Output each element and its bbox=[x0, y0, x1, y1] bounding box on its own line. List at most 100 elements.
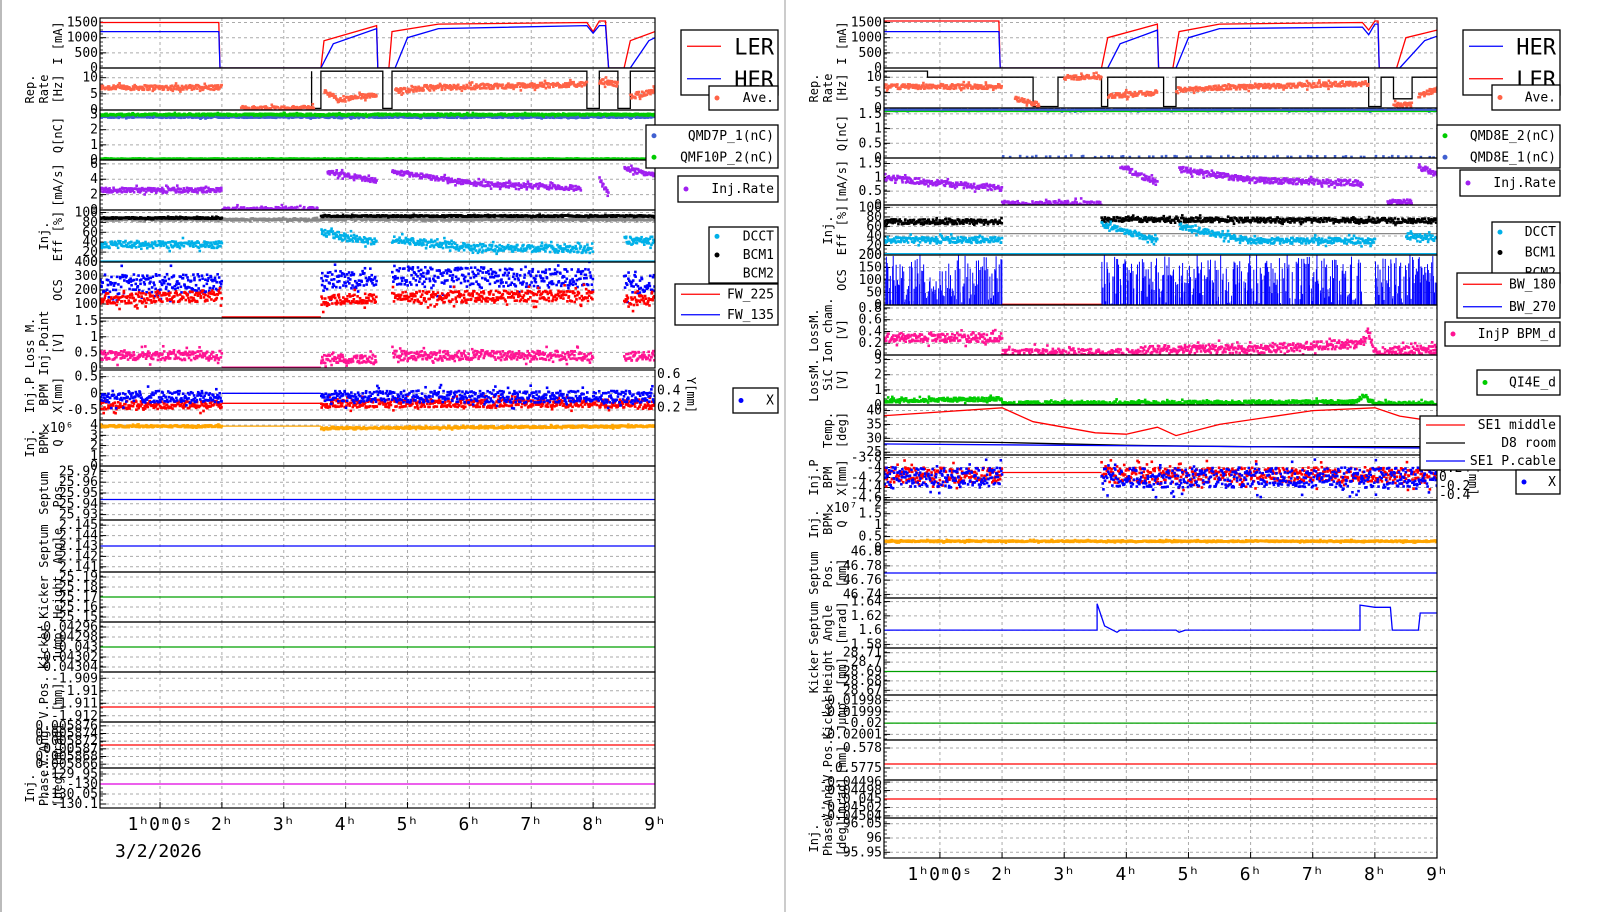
data-point bbox=[277, 210, 280, 213]
y-tick-label: 2 bbox=[90, 123, 98, 138]
data-point bbox=[249, 220, 252, 223]
data-point bbox=[173, 87, 176, 91]
series-group bbox=[100, 111, 655, 160]
data-point bbox=[525, 186, 529, 189]
data-point bbox=[334, 95, 337, 98]
data-point bbox=[580, 85, 584, 88]
data-point bbox=[602, 182, 605, 186]
data-point bbox=[342, 94, 345, 98]
data-point bbox=[296, 205, 299, 209]
data-point bbox=[484, 180, 487, 184]
data-point bbox=[616, 80, 619, 84]
data-point bbox=[364, 98, 367, 102]
data-point bbox=[607, 191, 610, 194]
data-point bbox=[265, 210, 268, 213]
data-point bbox=[517, 187, 521, 191]
data-point bbox=[455, 86, 459, 90]
data-point bbox=[598, 176, 601, 179]
series-group bbox=[100, 20, 655, 68]
y-tick-label: 3 bbox=[90, 108, 98, 123]
data-point bbox=[501, 83, 504, 86]
y-axis-label: Rep. bbox=[23, 75, 37, 104]
y-tick-label: 4 bbox=[90, 172, 98, 187]
data-point bbox=[548, 86, 552, 89]
data-point bbox=[220, 83, 223, 87]
data-point bbox=[344, 100, 347, 103]
y-axis-label: Q[nC] bbox=[51, 117, 65, 153]
data-point bbox=[336, 176, 340, 180]
data-point bbox=[336, 172, 339, 175]
data-point bbox=[638, 97, 642, 101]
data-point bbox=[132, 88, 136, 91]
data-point bbox=[547, 82, 550, 85]
data-point bbox=[604, 76, 608, 79]
data-point bbox=[175, 184, 179, 187]
y-tick-label: 5 bbox=[90, 87, 98, 102]
series-points-inj-rate bbox=[100, 164, 655, 214]
data-point bbox=[514, 187, 518, 191]
data-point bbox=[486, 180, 490, 184]
data-point bbox=[361, 93, 365, 96]
data-point bbox=[346, 95, 350, 99]
data-point bbox=[414, 85, 417, 89]
data-point bbox=[583, 83, 587, 86]
data-point bbox=[143, 193, 146, 196]
data-point bbox=[148, 88, 151, 91]
series-group bbox=[100, 213, 655, 262]
data-point bbox=[409, 88, 413, 91]
data-point bbox=[135, 184, 138, 188]
data-point bbox=[543, 79, 547, 83]
data-point bbox=[142, 87, 146, 91]
data-point bbox=[574, 184, 577, 188]
data-point bbox=[458, 178, 461, 181]
data-point bbox=[179, 187, 182, 191]
data-point bbox=[526, 180, 530, 183]
data-point bbox=[477, 177, 481, 181]
data-point bbox=[309, 117, 313, 120]
data-point bbox=[401, 91, 405, 95]
data-point bbox=[299, 204, 302, 208]
data-point bbox=[203, 82, 207, 86]
data-point bbox=[637, 90, 641, 94]
y-tick-label: 100 bbox=[75, 205, 98, 220]
data-point bbox=[579, 189, 583, 192]
data-point bbox=[260, 105, 264, 109]
data-point bbox=[375, 94, 378, 98]
y-tick-label: 6 bbox=[90, 157, 98, 172]
data-point bbox=[630, 164, 633, 168]
data-point bbox=[606, 194, 610, 198]
data-point bbox=[403, 87, 407, 90]
data-point bbox=[316, 206, 319, 210]
series-group bbox=[100, 164, 655, 214]
data-point bbox=[422, 88, 425, 92]
data-point bbox=[454, 183, 457, 187]
data-point bbox=[235, 211, 238, 214]
series-line-rep bbox=[310, 70, 655, 110]
data-point bbox=[357, 96, 360, 99]
data-point bbox=[585, 80, 589, 84]
data-point bbox=[348, 98, 352, 101]
y-axis-label: [mA/s] bbox=[51, 163, 65, 206]
data-point bbox=[340, 168, 344, 172]
data-point bbox=[369, 180, 372, 184]
data-point bbox=[606, 83, 610, 86]
data-point bbox=[148, 186, 152, 190]
data-point bbox=[174, 82, 178, 85]
data-point bbox=[224, 207, 228, 210]
data-point bbox=[302, 205, 306, 209]
data-point bbox=[280, 203, 284, 207]
data-point bbox=[470, 81, 474, 84]
data-point bbox=[425, 83, 428, 87]
data-point bbox=[339, 171, 343, 174]
data-point bbox=[443, 88, 447, 91]
data-point bbox=[533, 82, 536, 86]
data-point bbox=[456, 83, 460, 87]
data-point bbox=[450, 177, 454, 181]
y-tick-label: 1500 bbox=[67, 16, 98, 31]
data-point bbox=[524, 182, 528, 186]
data-point bbox=[600, 179, 603, 182]
data-point bbox=[220, 189, 223, 192]
data-point bbox=[602, 78, 605, 81]
data-point bbox=[276, 105, 280, 109]
y-tick-label: 1000 bbox=[67, 31, 98, 46]
